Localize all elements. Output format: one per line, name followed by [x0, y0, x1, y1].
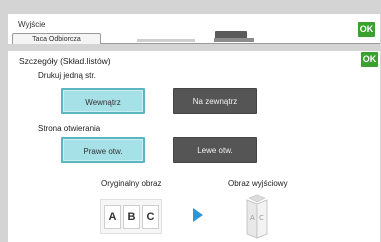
tab-output-tray[interactable]: Taca Odbiorcza: [12, 33, 101, 44]
arrow-right-icon: [193, 208, 203, 222]
original-letter-b: B: [123, 205, 140, 229]
right-opening-button[interactable]: Prawe otw.: [61, 137, 145, 163]
original-image-label: Oryginalny obraz: [101, 179, 162, 188]
outside-button[interactable]: Na zewnątrz: [173, 88, 257, 114]
svg-text:A: A: [250, 214, 255, 222]
original-letter-a: A: [104, 205, 121, 229]
opening-side-label: Strona otwierania: [38, 124, 101, 133]
machine-tray-shadow: [137, 39, 195, 42]
ok-button-panel[interactable]: OK: [361, 52, 378, 67]
panel-title: Szczegóły (Skład.listów): [19, 56, 111, 66]
ok-button-top[interactable]: OK: [358, 22, 375, 37]
svg-text:C: C: [259, 214, 264, 222]
print-one-page-label: Drukuj jedną str.: [38, 71, 96, 80]
left-opening-button[interactable]: Lewe otw.: [173, 137, 257, 163]
output-tray-icon: [214, 38, 254, 42]
original-image-preview: A B C: [100, 199, 162, 234]
top-bar: Wyjście Taca Odbiorcza: [8, 14, 380, 44]
output-booklet-icon: A C: [246, 194, 268, 239]
screen-title: Wyjście: [18, 20, 46, 29]
original-letter-c: C: [142, 205, 159, 229]
output-image-label: Obraz wyjściowy: [228, 179, 288, 188]
tab-divider: [101, 43, 380, 44]
inside-button[interactable]: Wewnątrz: [61, 88, 145, 114]
